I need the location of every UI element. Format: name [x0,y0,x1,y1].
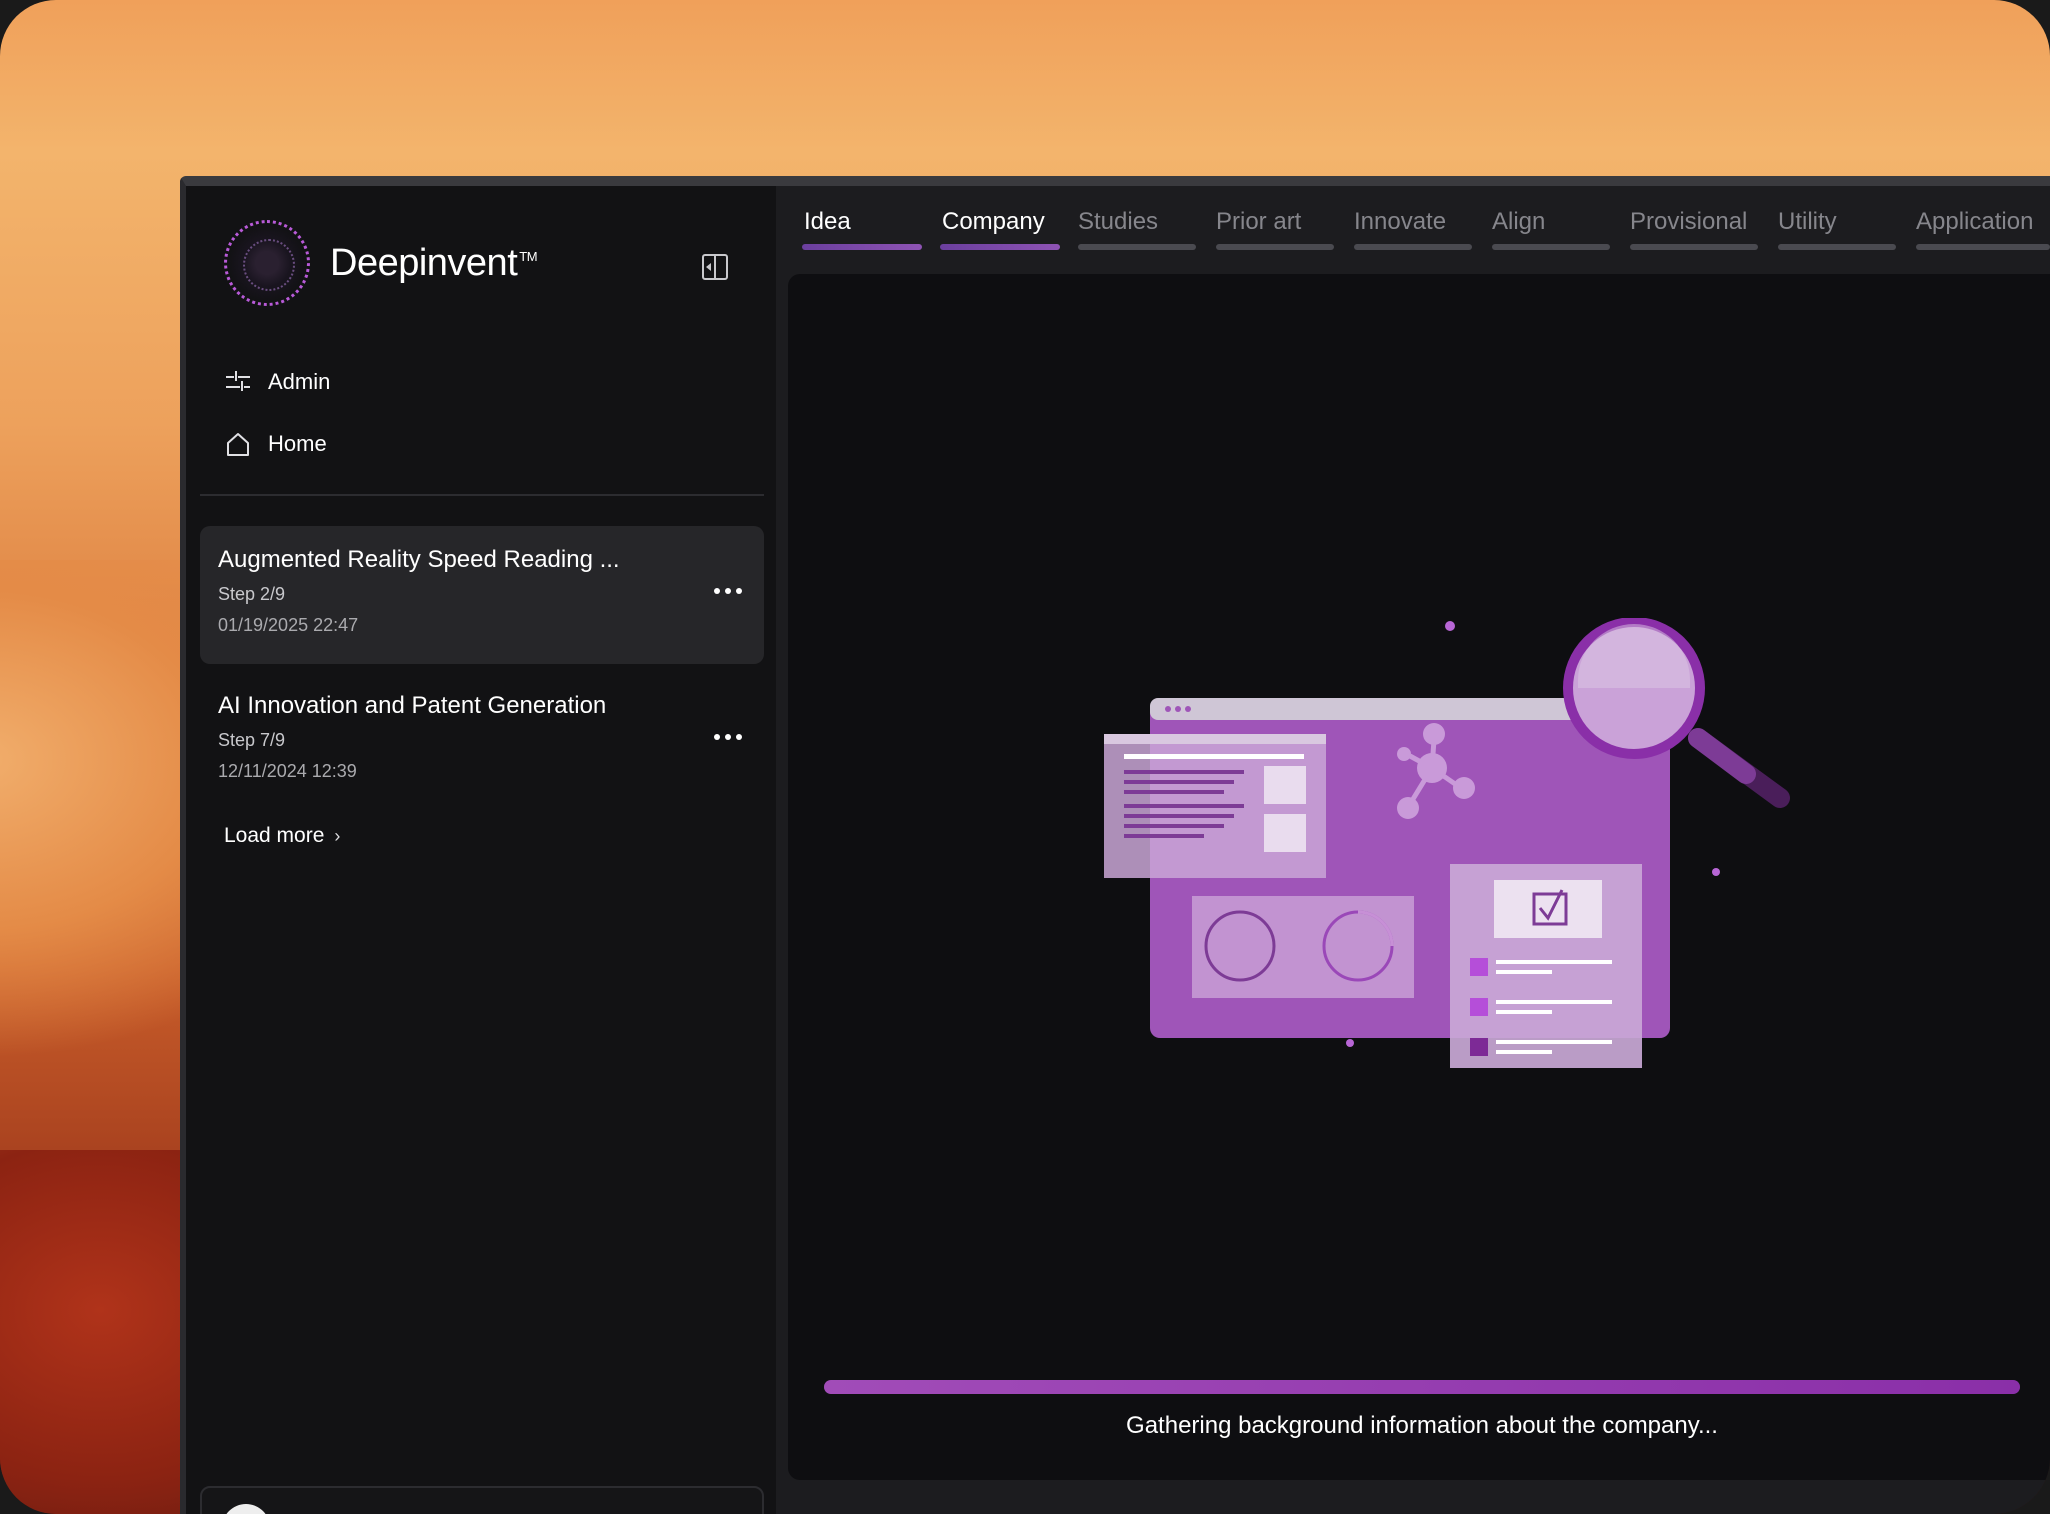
user-card[interactable] [200,1486,764,1514]
desktop-wallpaper: Deepinvent TM Admin Home Augmented Reali… [0,0,2050,1514]
brand-name: Deepinvent TM [330,242,538,284]
tab-progress-bar [1630,244,1758,250]
sliders-icon [224,368,252,396]
sidebar-divider [200,494,764,496]
tab-idea[interactable]: Idea [804,208,851,236]
load-more-button[interactable]: Load more › [224,824,340,848]
tab-progress-bar [1916,244,2050,250]
project-date: 01/19/2025 22:47 [218,615,359,635]
tab-progress-bar [1492,244,1610,250]
content-panel: Gathering background information about t… [788,274,2050,1480]
tab-utility[interactable]: Utility [1778,208,1837,236]
tab-company[interactable]: Company [942,208,1045,236]
research-illustration [1104,618,1790,1068]
nav-admin-label: Admin [268,369,331,394]
chevron-right-icon: › [334,825,341,846]
nav-home-label: Home [268,431,327,456]
project-step: Step 7/9 [218,730,286,750]
tab-prior-art[interactable]: Prior art [1216,208,1301,236]
app-window: Deepinvent TM Admin Home Augmented Reali… [180,176,2050,1514]
tab-progress-bar [1778,244,1896,250]
tab-progress-bar [1354,244,1472,250]
project-date: 12/11/2024 12:39 [218,761,357,781]
tab-studies[interactable]: Studies [1078,208,1158,236]
project-title: AI Innovation and Patent Generation [218,692,607,719]
more-icon[interactable] [714,732,744,742]
step-tabs: Idea Company Studies Prior art Innovate … [792,196,2050,256]
tab-progress-bar [802,244,922,250]
project-title: Augmented Reality Speed Reading ... [218,546,620,573]
project-item[interactable]: Augmented Reality Speed Reading ... Step… [200,526,764,664]
avatar [222,1504,270,1514]
tab-align[interactable]: Align [1492,208,1545,236]
progress-fill [824,1380,2020,1394]
project-item[interactable]: AI Innovation and Patent Generation Step… [200,672,764,810]
nav-home[interactable]: Home [224,424,327,464]
nav-admin[interactable]: Admin [224,362,330,402]
tab-progress-bar [940,244,1060,250]
tab-innovate[interactable]: Innovate [1354,208,1446,236]
sidebar: Deepinvent TM Admin Home Augmented Reali… [186,186,776,1514]
tab-provisional[interactable]: Provisional [1630,208,1747,236]
project-step: Step 2/9 [218,584,286,604]
sidebar-toggle-icon[interactable] [702,254,728,280]
progress-bar [824,1380,2020,1394]
more-icon[interactable] [714,586,744,596]
load-more-label: Load more [224,824,325,847]
main-area: Idea Company Studies Prior art Innovate … [776,186,2050,1514]
tab-application[interactable]: Application [1916,208,2033,236]
home-icon [224,430,252,458]
status-message: Gathering background information about t… [1126,1412,1718,1439]
logo-icon [224,220,310,306]
tab-progress-bar [1078,244,1196,250]
tab-progress-bar [1216,244,1334,250]
